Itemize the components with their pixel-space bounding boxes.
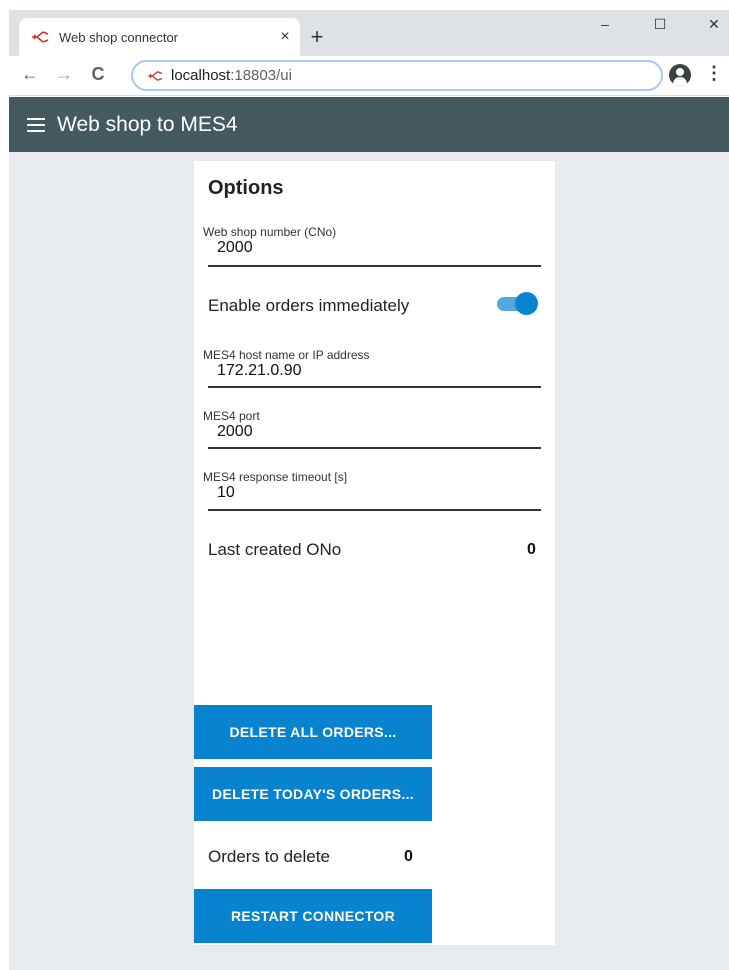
new-tab-button[interactable]: + xyxy=(304,24,330,50)
field-underline xyxy=(208,509,541,511)
forward-button[interactable]: → xyxy=(53,64,75,85)
enable-orders-toggle[interactable] xyxy=(497,291,538,315)
mes4-timeout-label: MES4 response timeout [s] xyxy=(203,470,348,484)
url-path: :18803/ui xyxy=(230,67,292,84)
browser-toolbar: ← → C localhost :18803/ui ⋮ xyxy=(9,56,729,96)
field-underline xyxy=(208,447,541,449)
delete-all-orders-button[interactable]: DELETE ALL ORDERS... xyxy=(194,705,432,759)
webshop-number-field[interactable]: Web shop number (CNo) 2000 xyxy=(203,225,541,267)
mes4-port-field[interactable]: MES4 port 2000 xyxy=(203,409,541,451)
hamburger-menu-icon[interactable] xyxy=(27,117,45,132)
app-title: Web shop to MES4 xyxy=(57,112,238,136)
mes4-host-field[interactable]: MES4 host name or IP address 172.21.0.90 xyxy=(203,348,541,390)
tab-title: Web shop connector xyxy=(59,29,178,45)
app-bar: Web shop to MES4 xyxy=(9,97,729,152)
mes4-timeout-value[interactable]: 10 xyxy=(217,484,541,502)
window-close-button[interactable]: ✕ xyxy=(703,16,725,33)
browser-menu-icon[interactable]: ⋮ xyxy=(705,63,723,84)
options-card: Options Web shop number (CNo) 2000 Enabl… xyxy=(194,161,555,945)
mes4-port-label: MES4 port xyxy=(203,409,260,423)
tab-close-icon[interactable]: × xyxy=(270,28,300,46)
browser-tabstrip: Web shop connector × + – ☐ ✕ xyxy=(9,10,729,56)
main-content: Options Web shop number (CNo) 2000 Enabl… xyxy=(9,152,729,970)
minimize-button[interactable]: – xyxy=(594,16,616,32)
maximize-button[interactable]: ☐ xyxy=(649,16,671,33)
enable-orders-label: Enable orders immediately xyxy=(208,296,410,315)
url-host: localhost xyxy=(171,67,231,84)
mes4-timeout-field[interactable]: MES4 response timeout [s] 10 xyxy=(203,470,541,512)
profile-icon[interactable] xyxy=(669,64,691,86)
webshop-number-label: Web shop number (CNo) xyxy=(203,225,337,239)
field-underline xyxy=(208,386,541,388)
webshop-number-value[interactable]: 2000 xyxy=(217,239,541,257)
connector-favicon-icon xyxy=(148,70,163,81)
address-bar[interactable]: localhost :18803/ui xyxy=(131,60,663,91)
mes4-host-value[interactable]: 172.21.0.90 xyxy=(217,362,541,380)
reload-button[interactable]: C xyxy=(87,64,109,85)
options-title: Options xyxy=(208,177,284,199)
orders-to-delete-value: 0 xyxy=(404,848,413,865)
delete-todays-orders-button[interactable]: DELETE TODAY'S ORDERS... xyxy=(194,767,432,821)
connector-favicon-icon xyxy=(32,31,49,43)
browser-tab[interactable]: Web shop connector × xyxy=(19,18,300,56)
last-created-label: Last created ONo xyxy=(208,540,342,559)
mes4-host-label: MES4 host name or IP address xyxy=(203,348,370,362)
orders-to-delete-label: Orders to delete xyxy=(208,847,330,866)
last-created-value: 0 xyxy=(527,541,536,558)
mes4-port-value[interactable]: 2000 xyxy=(217,423,541,441)
back-button[interactable]: ← xyxy=(19,64,41,85)
restart-connector-button[interactable]: RESTART CONNECTOR xyxy=(194,889,432,943)
field-underline xyxy=(208,265,541,267)
